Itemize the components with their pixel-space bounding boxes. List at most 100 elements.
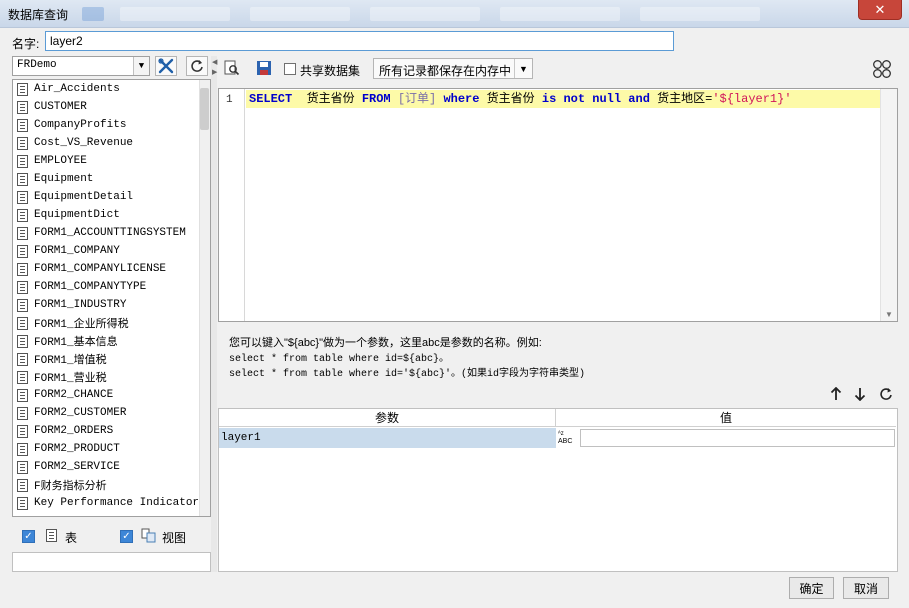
table-name: Cost_VS_Revenue: [34, 137, 134, 149]
table-list-item[interactable]: EMPLOYEE: [13, 152, 210, 170]
table-filter-checkbox[interactable]: ✓: [22, 530, 35, 543]
table-name: FORM2_CUSTOMER: [34, 407, 127, 419]
table-name: FORM1_ACCOUNTTINGSYSTEM: [34, 227, 186, 239]
table-icon: [46, 529, 57, 542]
close-button[interactable]: ✕: [858, 0, 902, 20]
table-list-item[interactable]: FORM2_ORDERS: [13, 422, 210, 440]
table-list-item[interactable]: FORM1_ACCOUNTTINGSYSTEM: [13, 224, 210, 242]
table-list-item[interactable]: F财务指标分析: [13, 476, 210, 494]
table-list-item[interactable]: EquipmentDetail: [13, 188, 210, 206]
table-name: EquipmentDict: [34, 209, 120, 221]
table-name: FORM2_SERVICE: [34, 461, 120, 473]
table-name: FORM1_企业所得税: [34, 319, 129, 331]
chevron-down-icon[interactable]: ▼: [514, 59, 532, 78]
background-tab: [120, 7, 230, 21]
table-icon: [17, 226, 28, 240]
collapse-right-icon[interactable]: ▶: [212, 68, 217, 76]
table-list-item[interactable]: FORM1_增值税: [13, 350, 210, 368]
storage-mode-select[interactable]: 所有记录都保存在内存中 ▼: [373, 58, 533, 79]
table-list-item[interactable]: Air_Accidents: [13, 80, 210, 98]
sql-editor[interactable]: [218, 88, 898, 322]
move-up-button[interactable]: [828, 386, 844, 402]
table-list-item[interactable]: Key Performance Indicators: [13, 494, 210, 512]
table-name: FORM1_COMPANYTYPE: [34, 281, 147, 293]
preview-icon: [224, 60, 240, 76]
table-list-item[interactable]: FORM1_COMPANYTYPE: [13, 278, 210, 296]
table-list-item[interactable]: CompanyProfits: [13, 116, 210, 134]
refresh-tables-button[interactable]: [186, 56, 208, 76]
sql-token: is not null: [541, 92, 622, 106]
share-dataset-checkbox[interactable]: [284, 63, 296, 75]
collapse-left-icon[interactable]: ◀: [212, 58, 217, 66]
table-icon: [17, 496, 28, 510]
view-filter-checkbox[interactable]: ✓: [120, 530, 133, 543]
table-list-item[interactable]: FORM1_COMPANYLICENSE: [13, 260, 210, 278]
table-list-scrollbar[interactable]: [199, 80, 210, 516]
sql-line[interactable]: SELECT 货主省份 FROM [订单] where 货主省份 is not …: [249, 91, 792, 107]
table-name: Key Performance Indicators: [34, 497, 206, 509]
cancel-button[interactable]: 取消: [843, 577, 889, 599]
datasource-value: FRDemo: [17, 59, 57, 71]
table-icon: [17, 316, 28, 330]
move-down-button[interactable]: [852, 386, 868, 402]
table-list-item[interactable]: Cost_VS_Revenue: [13, 134, 210, 152]
table-icon: [17, 388, 28, 402]
table-icon: [17, 118, 28, 132]
param-value-input[interactable]: [580, 429, 895, 447]
table-search-field[interactable]: [12, 552, 211, 572]
table-list-item[interactable]: FORM1_基本信息: [13, 332, 210, 350]
ok-button[interactable]: 确定: [789, 577, 834, 599]
string-type-icon[interactable]: ᴬz ABC: [557, 428, 579, 448]
save-button[interactable]: [256, 60, 272, 76]
table-list-item[interactable]: FORM1_COMPANY: [13, 242, 210, 260]
background-tab: [370, 7, 480, 21]
table-list-item[interactable]: FORM2_PRODUCT: [13, 440, 210, 458]
sql-token: and: [628, 92, 650, 106]
background-tab: [500, 7, 620, 21]
datasource-select[interactable]: FRDemo ▼: [12, 56, 150, 76]
table-name: FORM1_基本信息: [34, 337, 118, 349]
line-number: 1: [226, 94, 233, 106]
table-list-item[interactable]: FORM2_CUSTOMER: [13, 404, 210, 422]
table-list-item[interactable]: FORM2_SERVICE: [13, 458, 210, 476]
table-icon: [17, 244, 28, 258]
table-icon: [17, 208, 28, 222]
table-icon: [17, 136, 28, 150]
scrollbar-thumb[interactable]: [200, 88, 209, 130]
table-icon: [17, 334, 28, 348]
table-icon: [17, 478, 28, 492]
table-icon: [17, 280, 28, 294]
table-name: CompanyProfits: [34, 119, 127, 131]
table-list-item[interactable]: CUSTOMER: [13, 98, 210, 116]
preview-button[interactable]: [224, 60, 240, 76]
table-name: EquipmentDetail: [34, 191, 134, 203]
value-column-header[interactable]: 值: [556, 409, 896, 427]
edit-connection-button[interactable]: [155, 56, 177, 76]
table-list-item[interactable]: Equipment: [13, 170, 210, 188]
refresh-icon: [191, 60, 203, 72]
panel-splitter[interactable]: ◀ ▶: [211, 56, 217, 572]
type-icon-label: ABC: [558, 438, 573, 445]
param-hint-text: 您可以键入"${abc}"做为一个参数，这里abc是参数的名称。例如:: [229, 337, 542, 349]
table-list-item[interactable]: FORM2_CHANCE: [13, 386, 210, 404]
editor-scrollbar[interactable]: ▼: [880, 89, 897, 321]
table-name: EMPLOYEE: [34, 155, 87, 167]
table-list-item[interactable]: FORM1_营业税: [13, 368, 210, 386]
table-list-item[interactable]: EquipmentDict: [13, 206, 210, 224]
name-input[interactable]: [45, 31, 674, 51]
scroll-down-icon[interactable]: ▼: [885, 310, 893, 319]
table-icon: [17, 82, 28, 96]
table-list[interactable]: Air_Accidents CUSTOMER CompanyProfits Cost_…: [12, 79, 211, 517]
table-list-item[interactable]: FORM1_企业所得税: [13, 314, 210, 332]
background-tab: [640, 7, 760, 21]
refresh-params-button[interactable]: [878, 386, 894, 402]
table-icon: [17, 262, 28, 276]
table-list-item[interactable]: FORM1_INDUSTRY: [13, 296, 210, 314]
param-column-header[interactable]: 参数: [219, 409, 556, 427]
table-name: FORM2_CHANCE: [34, 389, 114, 401]
table-name: CUSTOMER: [34, 101, 87, 113]
layout-button[interactable]: [872, 59, 892, 79]
table-icon: [17, 100, 28, 114]
chevron-down-icon[interactable]: ▼: [133, 57, 149, 75]
param-name-cell[interactable]: layer1: [219, 428, 556, 448]
